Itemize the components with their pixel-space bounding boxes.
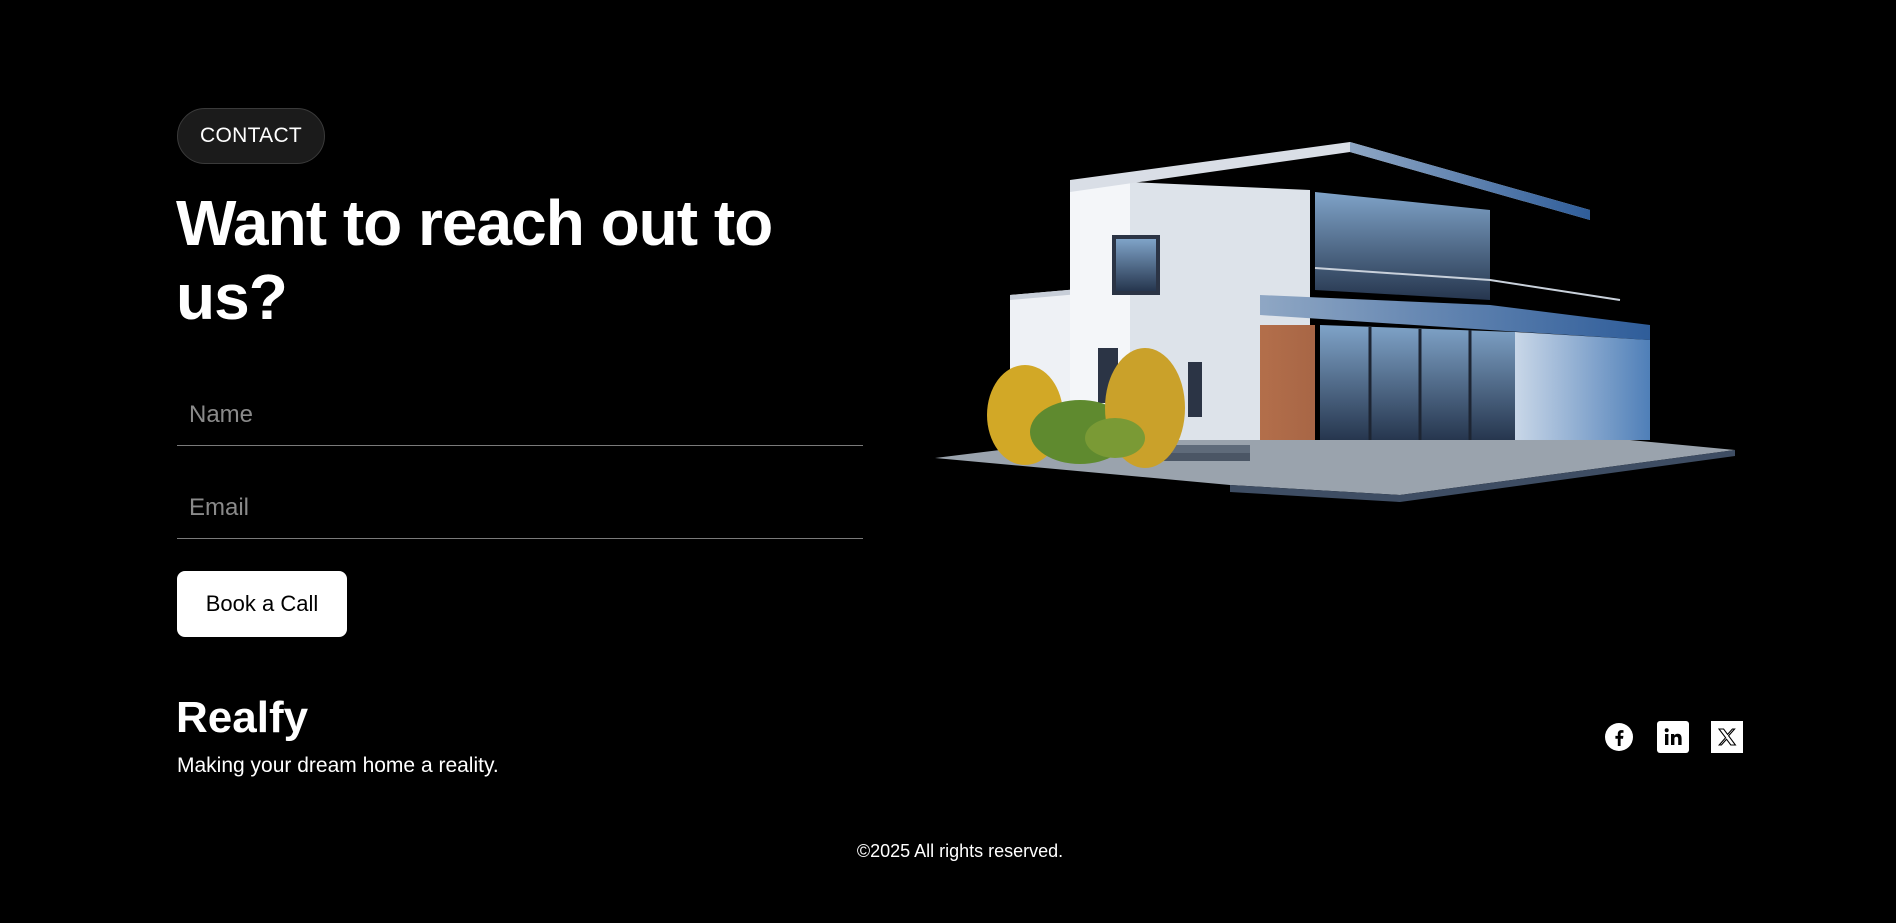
house-illustration [935, 142, 1735, 502]
book-a-call-button[interactable]: Book a Call [177, 571, 347, 637]
brand-name: Realfy [176, 693, 309, 742]
facebook-link[interactable] [1603, 721, 1635, 753]
email-field-wrapper [177, 478, 863, 539]
page-title: Want to reach out to us? [176, 187, 773, 333]
facebook-icon [1605, 723, 1633, 751]
linkedin-icon [1657, 721, 1689, 753]
x-link[interactable] [1711, 721, 1743, 753]
linkedin-link[interactable] [1657, 721, 1689, 753]
name-field-wrapper [177, 385, 863, 446]
copyright: ©2025 All rights reserved. [856, 841, 1064, 861]
brand-tagline: Making your dream home a reality. [177, 754, 499, 777]
email-input[interactable] [177, 478, 863, 538]
name-input[interactable] [177, 385, 863, 445]
x-icon [1711, 721, 1743, 753]
contact-page: CONTACT Want to reach out to us? Book a … [0, 0, 1896, 923]
contact-badge: CONTACT [177, 108, 326, 164]
